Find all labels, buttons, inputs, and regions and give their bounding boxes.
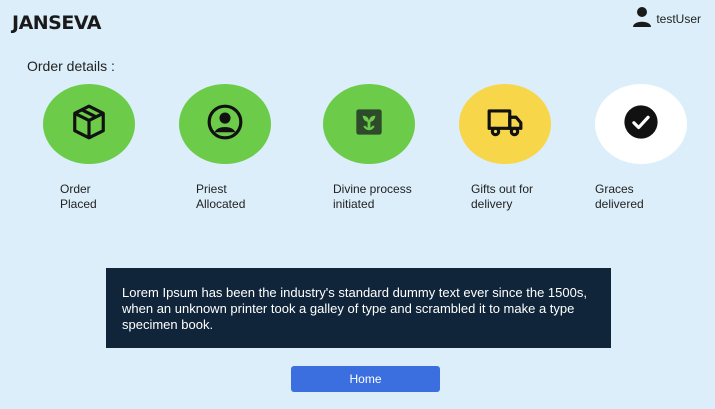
step-circle	[179, 84, 271, 164]
info-text: Lorem Ipsum has been the industry's stan…	[122, 285, 587, 332]
user-name: testUser	[656, 11, 701, 26]
user-icon	[632, 6, 652, 31]
truck-icon	[486, 103, 524, 146]
step-gifts-out: Gifts out for delivery	[459, 84, 579, 211]
step-circle	[43, 84, 135, 164]
step-label: Divine process initiated	[333, 182, 412, 211]
order-details-title: Order details :	[27, 58, 115, 74]
step-label: Order Placed	[60, 182, 97, 211]
step-label: Graces delivered	[595, 182, 644, 211]
step-circle	[323, 84, 415, 164]
user-menu[interactable]: testUser	[632, 6, 701, 31]
info-panel: Lorem Ipsum has been the industry's stan…	[106, 268, 611, 348]
step-divine-process: Divine process initiated	[323, 84, 443, 211]
step-circle	[459, 84, 551, 164]
app-logo: JANSEVA	[12, 12, 101, 34]
step-priest-allocated: Priest Allocated	[179, 84, 299, 211]
step-label: Gifts out for delivery	[471, 182, 534, 211]
package-icon	[70, 103, 108, 146]
checkmark-icon	[622, 103, 660, 146]
step-label: Priest Allocated	[196, 182, 246, 211]
person-icon	[206, 103, 244, 146]
plant-icon	[350, 103, 388, 146]
step-order-placed: Order Placed	[43, 84, 163, 211]
step-graces-delivered: Graces delivered	[595, 84, 715, 211]
home-button[interactable]: Home	[291, 366, 440, 392]
step-circle	[595, 84, 687, 164]
